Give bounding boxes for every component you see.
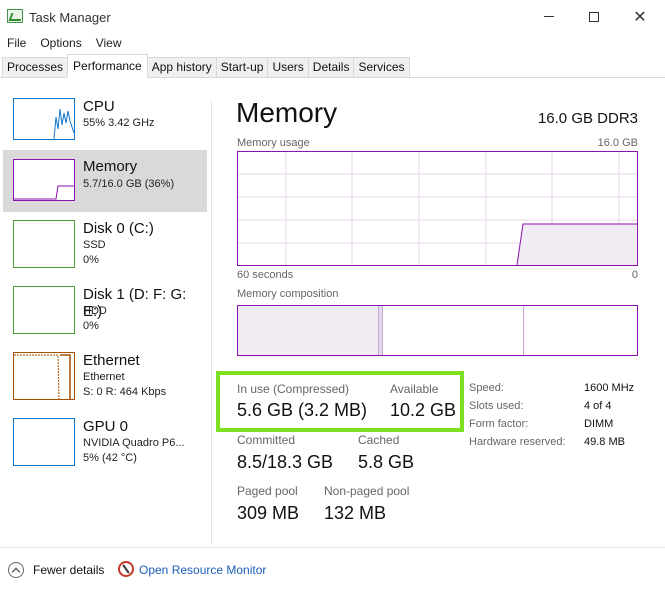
sidebar-item-usage: 0% [83, 254, 99, 266]
composition-free [524, 306, 637, 355]
disk-0-thumbnail-graph [13, 220, 75, 268]
sidebar-item-title: Memory [83, 158, 138, 175]
cached-label: Cached [358, 433, 400, 447]
cpu-sparkline [53, 108, 74, 139]
open-resource-monitor-link[interactable]: Open Resource Monitor [139, 563, 266, 577]
sidebar-item-ethernet[interactable]: Ethernet Ethernet S: 0 R: 464 Kbps [3, 346, 207, 408]
sidebar-item-title: GPU 0 [83, 418, 129, 435]
maximize-button[interactable] [571, 0, 617, 33]
sidebar-item-detail: Ethernet [83, 371, 125, 383]
sidebar-item-title: CPU [83, 98, 115, 115]
form-factor-value: DIMM [584, 418, 614, 430]
close-button[interactable]: ✕ [617, 0, 663, 33]
sidebar-item-detail: SSD [83, 239, 106, 251]
tab-start-up[interactable]: Start-up [215, 57, 269, 78]
page-title: Memory [236, 97, 338, 128]
sidebar-item-usage: 5% (42 °C) [83, 452, 137, 464]
disk-1-thumbnail-graph [13, 286, 75, 334]
tab-details[interactable]: Details [307, 57, 355, 78]
paged-pool-value: 309 MB [237, 503, 300, 523]
chevron-up-circle-icon[interactable] [8, 562, 24, 578]
sidebar-item-throughput: S: 0 R: 464 Kbps [83, 386, 167, 398]
fewer-details-button[interactable]: Fewer details [33, 563, 104, 577]
memory-usage-plot [238, 152, 637, 265]
hardware-reserved-value: 49.8 MB [584, 436, 625, 448]
close-icon: ✕ [633, 8, 647, 26]
menu-view[interactable]: View [89, 34, 129, 52]
tab-processes[interactable]: Processes [2, 57, 69, 78]
speed-value: 1600 MHz [584, 382, 635, 394]
ethernet-sparkline [14, 354, 71, 399]
footer-divider [0, 547, 665, 548]
in-use-label: In use (Compressed) [237, 382, 350, 396]
minimize-icon [544, 16, 554, 17]
memory-composition-label: Memory composition [237, 288, 339, 300]
pane-divider [211, 100, 212, 545]
available-label: Available [390, 382, 439, 396]
committed-value: 8.5/18.3 GB [237, 452, 334, 472]
cached-value: 5.8 GB [358, 452, 415, 472]
memory-sparkline [14, 185, 74, 200]
sidebar-item-detail: 5.7/16.0 GB (36%) [83, 178, 175, 190]
paged-pool-label: Paged pool [237, 484, 298, 498]
slots-used-value: 4 of 4 [584, 400, 612, 412]
maximize-icon [589, 11, 599, 22]
task-manager-icon [7, 9, 23, 23]
slots-used-label: Slots used: [469, 400, 524, 412]
graph-time-end: 0 [631, 269, 638, 281]
cpu-thumbnail-graph [13, 98, 75, 140]
committed-label: Committed [237, 433, 296, 447]
hardware-reserved-label: Hardware reserved: [469, 436, 566, 448]
sidebar-item-memory[interactable]: Memory 5.7/16.0 GB (36%) [3, 150, 207, 212]
tab-users[interactable]: Users [267, 57, 309, 78]
menu-file[interactable]: File [0, 34, 33, 52]
tab-strip: Processes Performance App history Start-… [2, 54, 410, 78]
memory-capacity-type: 16.0 GB DDR3 [537, 110, 638, 127]
form-factor-label: Form factor: [469, 418, 529, 430]
memory-usage-max: 16.0 GB [597, 137, 638, 149]
minimize-button[interactable] [526, 0, 572, 33]
window-title: Task Manager [29, 10, 111, 25]
menu-bar: File Options View [0, 34, 129, 52]
non-paged-pool-value: 132 MB [324, 503, 387, 523]
tab-app-history[interactable]: App history [146, 57, 217, 78]
composition-standby [383, 306, 524, 355]
tab-services[interactable]: Services [353, 57, 410, 78]
composition-in-use [238, 306, 379, 355]
sidebar-item-usage: 0% [83, 320, 99, 332]
speed-label: Speed: [469, 382, 504, 394]
memory-composition-bar [237, 305, 638, 356]
sidebar-item-cpu[interactable]: CPU 55% 3.42 GHz [3, 92, 207, 154]
gpu-thumbnail-graph [13, 418, 75, 466]
sidebar-item-gpu-0[interactable]: GPU 0 NVIDIA Quadro P6... 5% (42 °C) [3, 412, 207, 474]
title-bar: Task Manager ✕ [0, 0, 665, 33]
graph-time-start: 60 seconds [237, 269, 294, 281]
available-value: 10.2 GB [390, 400, 457, 420]
sidebar-item-disk-1[interactable]: Disk 1 (D: F: G: E:) HDD 0% [3, 280, 207, 342]
sidebar-item-title: Disk 0 (C:) [83, 220, 154, 237]
memory-usage-graph [237, 151, 638, 266]
non-paged-pool-label: Non-paged pool [324, 484, 410, 498]
in-use-value: 5.6 GB (3.2 MB) [237, 400, 368, 420]
menu-options[interactable]: Options [33, 34, 88, 52]
sidebar-item-detail: NVIDIA Quadro P6... [83, 437, 185, 449]
sidebar-item-detail: 55% 3.42 GHz [83, 117, 155, 129]
sidebar-item-detail: HDD [83, 305, 107, 317]
tab-performance[interactable]: Performance [67, 54, 148, 78]
resource-monitor-icon [118, 561, 134, 577]
memory-thumbnail-graph [13, 159, 75, 201]
sidebar-item-disk-0[interactable]: Disk 0 (C:) SSD 0% [3, 214, 207, 276]
memory-usage-label: Memory usage [237, 137, 310, 149]
ethernet-thumbnail-graph [13, 352, 75, 400]
sidebar-item-title: Ethernet [83, 352, 140, 369]
